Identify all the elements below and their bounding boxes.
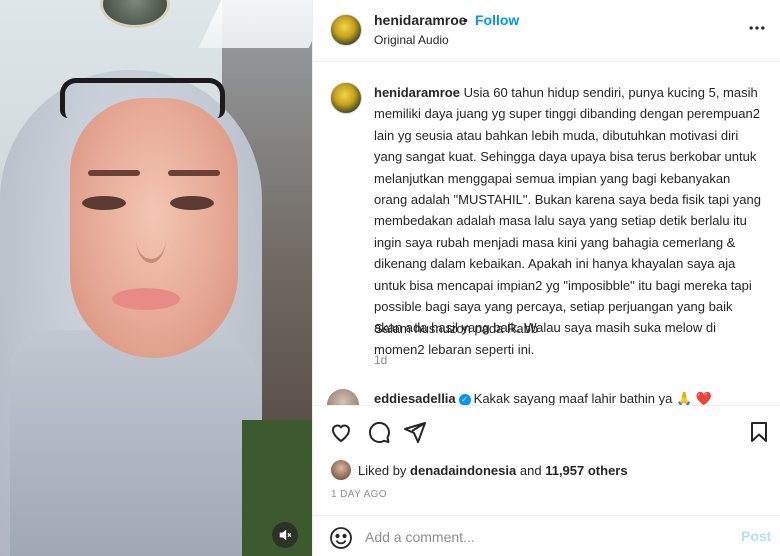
liker-username[interactable]: denadaindonesia [410, 463, 516, 478]
action-bar: Liked by denadaindonesia and 11,957 othe… [313, 405, 780, 515]
right-eyebrow [168, 170, 220, 176]
post-button[interactable]: Post [741, 528, 771, 544]
smiley-icon[interactable] [329, 526, 353, 550]
ceiling-light [198, 0, 312, 48]
post-header: henidaramroe • Follow Original Audio [313, 0, 780, 62]
comment-icon[interactable] [367, 420, 393, 446]
header-username[interactable]: henidaramroe [374, 12, 467, 28]
likes-and: and [519, 462, 542, 478]
speaker-muted-icon[interactable] [272, 522, 298, 548]
left-eye [82, 196, 126, 210]
glasses [60, 78, 225, 118]
comment-row: eddiesadellia ✓ Kakak sayang maaf lahir ba… [327, 389, 767, 405]
comment-username[interactable]: eddiesadellia [374, 391, 456, 405]
likes-row: Liked by denadaindonesia and 11,957 othe… [331, 459, 628, 481]
caption-closing: Salam husnuzon pada Rabb [374, 321, 539, 336]
post-timestamp[interactable]: 1 DAY AGO [331, 489, 387, 500]
caption-area: henidaramroe Usia 60 tahun hidup sendiri… [313, 63, 780, 405]
hijab-drape [10, 330, 260, 556]
header-separator: • [463, 12, 468, 28]
send-icon[interactable] [403, 420, 429, 446]
comment-body: Kakak sayang maaf lahir bathin ya [473, 391, 673, 405]
likes-prefix: Liked by [358, 462, 407, 478]
caption: henidaramroe Usia 60 tahun hidup sendiri… [374, 82, 764, 360]
caption-text: Usia 60 tahun hidup sendiri, punya kucin… [374, 85, 761, 357]
caption-username[interactable]: henidaramroe [374, 85, 460, 100]
likes-count[interactable]: 11,957 others [545, 463, 627, 478]
more-horizontal-icon[interactable] [747, 18, 767, 38]
add-comment-bar: Post [313, 515, 780, 556]
comment-input[interactable] [365, 524, 725, 550]
left-eyebrow [88, 170, 140, 176]
bookmark-icon[interactable] [747, 420, 773, 446]
lips [112, 288, 180, 310]
ceiling-lamp [100, 0, 170, 28]
avatar[interactable] [330, 14, 362, 46]
follow-button[interactable]: Follow [475, 12, 519, 28]
post-panel: henidaramroe • Follow Original Audio hen… [312, 0, 780, 556]
caption-age: 1d [374, 353, 388, 367]
right-eye [170, 196, 214, 210]
heart-icon[interactable] [329, 420, 355, 446]
reel-video[interactable] [0, 0, 312, 556]
comment-avatar[interactable] [327, 389, 359, 405]
verified-icon: ✓ [458, 393, 471, 405]
caption-avatar[interactable] [330, 82, 362, 114]
comment-text-line: eddiesadellia ✓ Kakak sayang maaf lahir ba… [374, 391, 712, 405]
nose [136, 215, 166, 263]
original-audio-link[interactable]: Original Audio [374, 33, 449, 47]
pray-emoji: 🙏 [676, 391, 693, 405]
heart-emoji: ❤️ [695, 391, 713, 405]
liker-avatar[interactable] [331, 460, 351, 480]
